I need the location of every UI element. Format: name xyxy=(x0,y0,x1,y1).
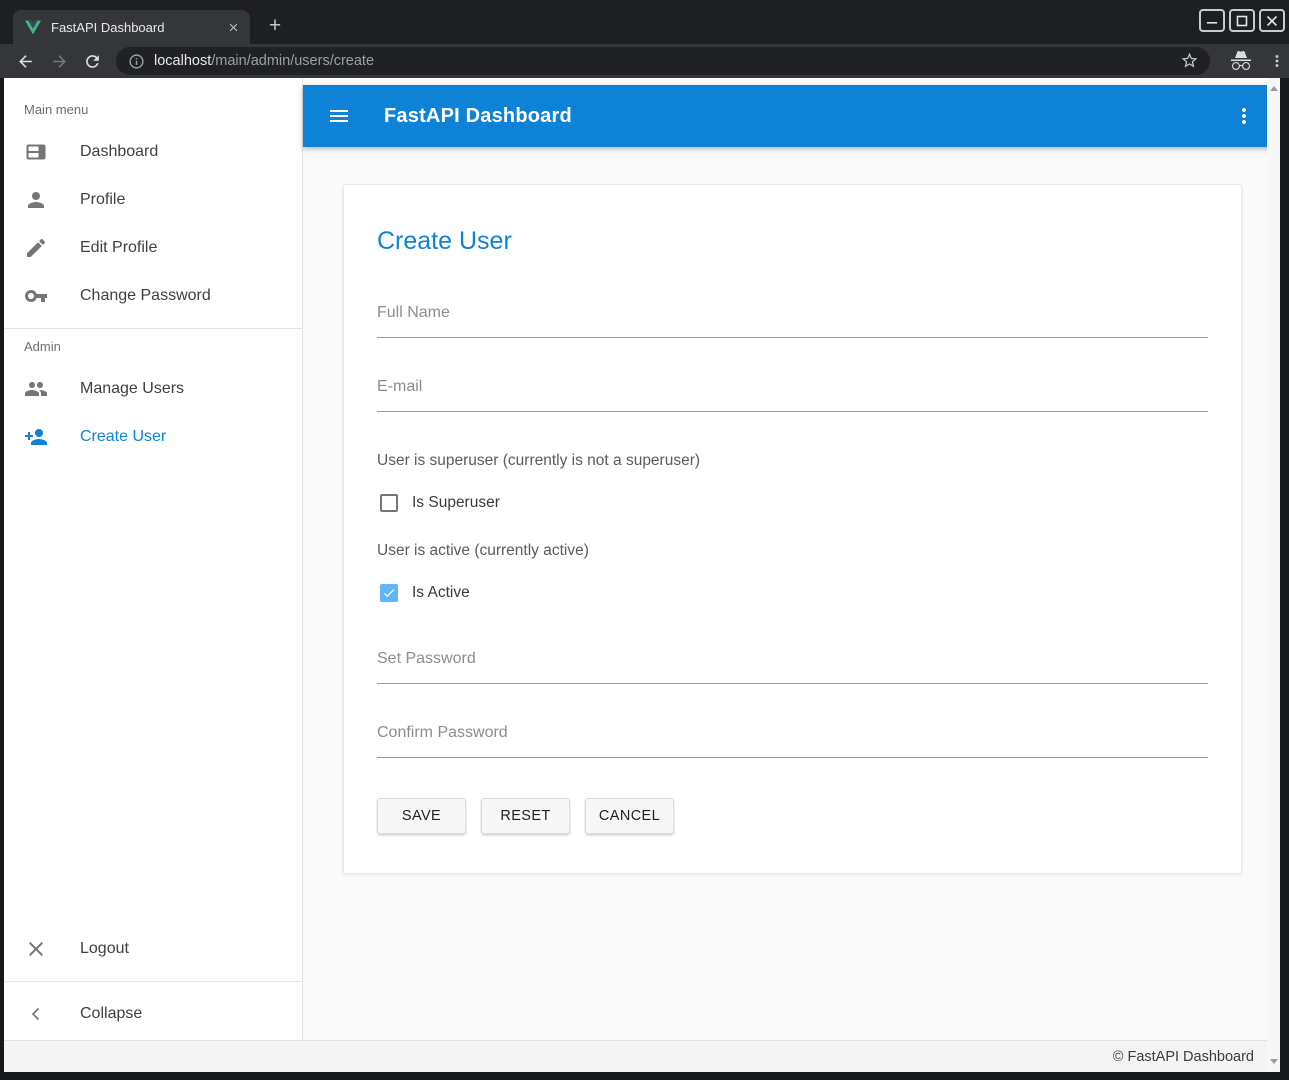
sidebar-item-create-user[interactable]: Create User xyxy=(4,413,302,461)
incognito-icon xyxy=(1229,49,1253,73)
tab-close-icon[interactable] xyxy=(225,19,242,36)
email-field[interactable] xyxy=(377,378,1208,412)
browser-menu-icon[interactable] xyxy=(1267,51,1287,71)
sidebar-item-profile[interactable]: Profile xyxy=(4,176,302,224)
sidebar-item-logout[interactable]: Logout xyxy=(4,925,302,973)
sidebar-item-collapse[interactable]: Collapse xyxy=(4,990,302,1038)
is-active-checkbox[interactable] xyxy=(380,584,398,602)
sidebar-item-label: Manage Users xyxy=(80,380,184,398)
save-button[interactable]: SAVE xyxy=(377,798,466,834)
tab-title: FastAPI Dashboard xyxy=(51,20,225,35)
browser-window: FastAPI Dashboard + xyxy=(0,0,1289,1080)
sidebar-item-label: Dashboard xyxy=(80,143,158,161)
sidebar-item-label: Logout xyxy=(80,940,129,958)
check-icon xyxy=(382,585,396,601)
sidebar-header-main-menu: Main menu xyxy=(4,100,302,120)
cancel-button[interactable]: CANCEL xyxy=(585,798,674,834)
close-button[interactable] xyxy=(1259,9,1285,32)
form-buttons: SAVE RESET CANCEL xyxy=(377,798,1208,834)
forward-icon[interactable] xyxy=(47,49,71,73)
page-content: Create User User is superuser (currently… xyxy=(303,147,1280,1040)
scrollbar-down-arrow[interactable] xyxy=(1267,1055,1280,1068)
browser-tab[interactable]: FastAPI Dashboard xyxy=(13,10,250,44)
url-path: /main/admin/users/create xyxy=(211,53,374,69)
scrollbar-up-arrow[interactable] xyxy=(1267,82,1280,95)
main-area: FastAPI Dashboard Create User xyxy=(303,78,1280,1040)
full-name-field-wrap xyxy=(377,304,1208,338)
scrollbar[interactable] xyxy=(1267,78,1280,1072)
is-active-label: Is Active xyxy=(412,584,470,602)
person-add-icon xyxy=(24,425,48,449)
people-icon xyxy=(24,377,48,401)
is-active-checkbox-row[interactable]: Is Active xyxy=(377,584,1208,602)
is-superuser-checkbox-row[interactable]: Is Superuser xyxy=(377,494,1208,512)
app-bar: FastAPI Dashboard xyxy=(303,85,1280,147)
window-controls xyxy=(1199,9,1285,32)
maximize-button[interactable] xyxy=(1229,9,1255,32)
hamburger-menu-icon[interactable] xyxy=(327,104,351,128)
sidebar-item-change-password[interactable]: Change Password xyxy=(4,272,302,320)
key-icon xyxy=(24,284,48,308)
active-hint: User is active (currently active) xyxy=(377,542,1208,560)
sidebar-spacer xyxy=(4,461,302,925)
back-icon[interactable] xyxy=(13,49,37,73)
sidebar-header-admin: Admin xyxy=(4,337,302,357)
create-user-card: Create User User is superuser (currently… xyxy=(343,184,1242,874)
url-text: localhost/main/admin/users/create xyxy=(154,53,1180,69)
browser-titlebar: FastAPI Dashboard + xyxy=(0,0,1289,44)
sidebar-item-label: Create User xyxy=(80,428,166,446)
sidebar-item-edit-profile[interactable]: Edit Profile xyxy=(4,224,302,272)
bookmark-star-icon[interactable] xyxy=(1180,51,1200,71)
person-icon xyxy=(24,188,48,212)
minimize-button[interactable] xyxy=(1199,9,1225,32)
sidebar-item-label: Edit Profile xyxy=(80,239,157,257)
chevron-left-icon xyxy=(24,1002,48,1026)
page-viewport: Main menu Dashboard Profile xyxy=(4,78,1280,1072)
copyright-text: © FastAPI Dashboard xyxy=(1113,1049,1254,1065)
address-bar[interactable]: localhost/main/admin/users/create xyxy=(116,47,1210,75)
superuser-hint: User is superuser (currently is not a su… xyxy=(377,452,1208,470)
full-name-field[interactable] xyxy=(377,304,1208,338)
set-password-field[interactable] xyxy=(377,650,1208,684)
info-icon[interactable] xyxy=(128,53,145,70)
sidebar-divider xyxy=(4,981,302,982)
url-host: localhost xyxy=(154,53,211,69)
sidebar-item-label: Collapse xyxy=(80,1005,142,1023)
email-field-wrap xyxy=(377,378,1208,412)
sidebar-divider xyxy=(4,328,302,329)
page-title: Create User xyxy=(377,227,1208,256)
top-strip xyxy=(303,78,1280,85)
sidebar-item-manage-users[interactable]: Manage Users xyxy=(4,365,302,413)
dashboard-icon xyxy=(24,140,48,164)
sidebar-item-label: Profile xyxy=(80,191,125,209)
browser-toolbar: localhost/main/admin/users/create xyxy=(0,44,1289,78)
vue-logo-icon xyxy=(25,20,41,35)
pencil-icon xyxy=(24,236,48,260)
is-superuser-label: Is Superuser xyxy=(412,494,500,512)
confirm-password-field-wrap xyxy=(377,724,1208,758)
is-superuser-checkbox[interactable] xyxy=(380,494,398,512)
confirm-password-field[interactable] xyxy=(377,724,1208,758)
appbar-kebab-menu-icon[interactable] xyxy=(1232,104,1256,128)
sidebar-item-dashboard[interactable]: Dashboard xyxy=(4,128,302,176)
set-password-field-wrap xyxy=(377,650,1208,684)
reset-button[interactable]: RESET xyxy=(481,798,570,834)
close-x-icon xyxy=(24,937,48,961)
new-tab-button[interactable]: + xyxy=(262,13,288,39)
appbar-title: FastAPI Dashboard xyxy=(384,105,572,128)
sidebar: Main menu Dashboard Profile xyxy=(4,78,303,1040)
refresh-icon[interactable] xyxy=(80,49,104,73)
page-footer: © FastAPI Dashboard xyxy=(4,1040,1280,1072)
sidebar-item-label: Change Password xyxy=(80,287,211,305)
